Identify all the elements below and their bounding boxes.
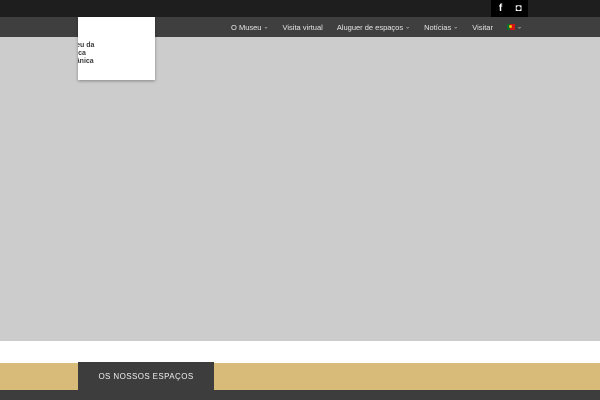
nav-item-label: Visita virtual [282, 22, 323, 32]
section-tab-os-nossos-espacos[interactable]: OS NOSSOS ESPAÇOS [78, 362, 214, 390]
logo-line-1: useu da [78, 42, 95, 49]
logo-text: useu da úsica ecânica [78, 42, 94, 66]
nav-item-label: O Museu [231, 22, 262, 32]
logo-line-3: ecânica [78, 58, 94, 65]
section-content-bar [0, 390, 600, 400]
site-logo[interactable]: useu da úsica ecânica [78, 17, 155, 80]
nav-item-visitar[interactable]: Visitar [472, 23, 493, 32]
nav-item-o-museu[interactable]: O Museu ⌄ [231, 23, 268, 32]
nav-item-noticias[interactable]: Notícias ⌄ [424, 23, 458, 32]
nav-item-aluguer-de-espacos[interactable]: Aluguer de espaços ⌄ [337, 23, 410, 32]
nav-item-visita-virtual[interactable]: Visita virtual [283, 23, 323, 32]
chevron-down-icon: ⌄ [405, 24, 411, 30]
main-nav: O Museu ⌄ Visita virtual Aluguer de espa… [231, 17, 522, 37]
instagram-icon[interactable]: ◘ [509, 0, 528, 17]
logo-line-2: úsica [78, 50, 86, 57]
chevron-down-icon: ⌄ [453, 24, 459, 30]
chevron-down-icon: ⌄ [263, 24, 269, 30]
nav-item-label: Visitar [472, 22, 493, 32]
portugal-flag-icon [506, 24, 515, 30]
nav-item-label: Notícias [424, 22, 452, 32]
facebook-icon[interactable]: f [491, 0, 510, 17]
hero-banner [0, 37, 600, 341]
language-selector[interactable]: ⌄ [506, 24, 522, 31]
chevron-down-icon: ⌄ [516, 24, 522, 30]
nav-item-label: Aluguer de espaços [336, 22, 404, 32]
